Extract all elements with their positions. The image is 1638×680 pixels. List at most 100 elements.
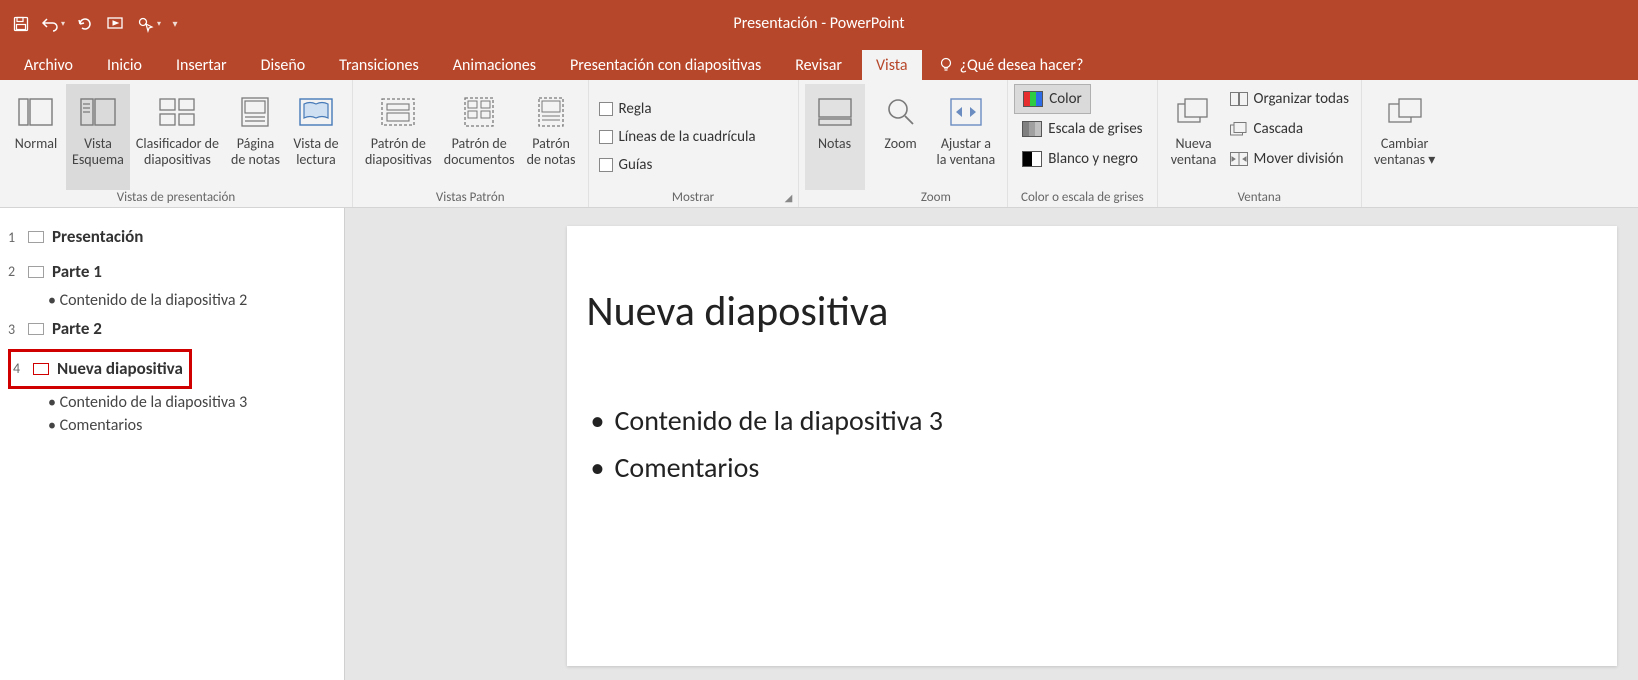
new-window-button[interactable]: Nueva ventana xyxy=(1164,84,1224,190)
group-zoom: Zoom Ajustar a la ventana Zoom xyxy=(865,80,1009,207)
group-label: Mostrar xyxy=(595,190,792,207)
reading-view-button[interactable]: Vista de lectura xyxy=(286,84,346,190)
ribbon-tabs: Archivo Inicio Insertar Diseño Transicio… xyxy=(0,47,1638,80)
outline-selected-slide[interactable]: 4 Nueva diapositiva xyxy=(8,349,192,390)
tell-me-label: ¿Qué desea hacer? xyxy=(960,56,1084,75)
outline-view-button[interactable]: Vista Esquema xyxy=(66,84,130,190)
tab-diseno[interactable]: Diseño xyxy=(247,50,320,80)
undo-button[interactable]: ▾ xyxy=(40,11,66,37)
undo-dropdown-icon[interactable]: ▾ xyxy=(61,19,65,29)
lightbulb-icon xyxy=(938,57,954,73)
group-vistas-presentacion: Normal Vista Esquema Clasificador de dia… xyxy=(0,80,353,207)
group-vistas-patron: Patrón de diapositivas Patrón de documen… xyxy=(353,80,589,207)
group-label: Zoom xyxy=(871,190,1002,207)
tab-insertar[interactable]: Insertar xyxy=(162,50,241,80)
touch-dropdown-icon[interactable]: ▾ xyxy=(157,19,161,29)
outline-body[interactable]: • Contenido de la diapositiva 3 xyxy=(48,391,336,414)
group-notas: Notas xyxy=(799,80,865,207)
ribbon: Normal Vista Esquema Clasificador de dia… xyxy=(0,80,1638,208)
outline-view-icon xyxy=(74,88,122,136)
notes-page-button[interactable]: Página de notas xyxy=(225,84,286,190)
tab-revisar[interactable]: Revisar xyxy=(781,50,856,80)
reading-view-icon xyxy=(292,88,340,136)
tab-archivo[interactable]: Archivo xyxy=(10,50,87,80)
tab-inicio[interactable]: Inicio xyxy=(93,50,156,80)
tab-presentacion[interactable]: Presentación con diapositivas xyxy=(556,50,775,80)
slide-sorter-icon xyxy=(153,88,201,136)
tab-transiciones[interactable]: Transiciones xyxy=(325,50,433,80)
workspace: 1 Presentación 2 Parte 1 • Contenido de … xyxy=(0,208,1638,680)
slide-master-icon xyxy=(374,88,422,136)
group-label: Color o escala de grises xyxy=(1014,190,1150,207)
guides-checkbox[interactable]: Guías xyxy=(595,151,657,179)
start-slideshow-button[interactable] xyxy=(104,11,130,37)
switch-windows-button[interactable]: Cambiar ventanas ▾ xyxy=(1368,84,1441,190)
group-label: Vistas de presentación xyxy=(6,190,346,207)
normal-view-button[interactable]: Normal xyxy=(6,84,66,190)
grayscale-mode-button[interactable]: Escala de grises xyxy=(1014,114,1150,144)
slide-body[interactable]: Contenido de la diapositiva 3 Comentario… xyxy=(587,397,1597,491)
group-cambiar-ventanas: Cambiar ventanas ▾ xyxy=(1362,80,1447,207)
window-title: Presentación - PowerPoint xyxy=(733,14,904,33)
gridlines-checkbox[interactable]: Líneas de la cuadrícula xyxy=(595,123,760,151)
title-bar: ▾ ▾ ▾ Presentación - PowerPoint xyxy=(0,0,1638,47)
quick-access-toolbar: ▾ ▾ ▾ xyxy=(8,11,182,37)
arrange-all-icon xyxy=(1230,92,1248,106)
chevron-down-icon: ▾ xyxy=(1428,151,1435,168)
cascade-icon xyxy=(1230,122,1248,136)
slide-canvas[interactable]: Nueva diapositiva Contenido de la diapos… xyxy=(567,226,1617,666)
color-mode-button[interactable]: Color xyxy=(1014,84,1091,114)
notes-master-button[interactable]: Patrón de notas xyxy=(521,84,582,190)
group-mostrar: Regla Líneas de la cuadrícula Guías ◢ Mo… xyxy=(589,80,799,207)
redo-button[interactable] xyxy=(72,11,98,37)
notes-toggle-button[interactable]: Notas xyxy=(805,84,865,190)
checkbox-icon xyxy=(599,130,613,144)
outline-slide-4[interactable]: 4 Nueva diapositiva xyxy=(8,347,336,392)
slide-thumb-icon xyxy=(28,323,44,335)
move-split-icon xyxy=(1230,152,1248,166)
slide-canvas-area[interactable]: Nueva diapositiva Contenido de la diapos… xyxy=(345,208,1638,680)
slide-thumb-icon xyxy=(28,266,44,278)
group-label xyxy=(805,190,865,207)
ruler-checkbox[interactable]: Regla xyxy=(595,95,656,123)
zoom-button[interactable]: Zoom xyxy=(871,84,931,190)
outline-pane[interactable]: 1 Presentación 2 Parte 1 • Contenido de … xyxy=(0,208,345,680)
zoom-icon xyxy=(877,88,925,136)
qat-customize-button[interactable]: ▾ xyxy=(168,11,182,37)
outline-body[interactable]: • Contenido de la diapositiva 2 xyxy=(48,289,336,312)
blackwhite-mode-button[interactable]: Blanco y negro xyxy=(1014,144,1146,174)
touch-mouse-mode-button[interactable]: ▾ xyxy=(136,11,162,37)
outline-slide-2[interactable]: 2 Parte 1 xyxy=(8,255,336,290)
slide-bullet[interactable]: Comentarios xyxy=(587,444,1597,491)
arrange-all-button[interactable]: Organizar todas xyxy=(1224,84,1355,114)
checkbox-icon xyxy=(599,102,613,116)
group-ventana: Nueva ventana Organizar todas Cascada Mo… xyxy=(1158,80,1362,207)
bw-swatch-icon xyxy=(1022,151,1042,167)
save-button[interactable] xyxy=(8,11,34,37)
color-swatch-icon xyxy=(1023,91,1043,107)
handout-master-button[interactable]: Patrón de documentos xyxy=(438,84,521,190)
group-label xyxy=(1368,190,1441,207)
slide-thumb-icon xyxy=(33,363,49,375)
new-window-icon xyxy=(1170,88,1218,136)
tell-me-search[interactable]: ¿Qué desea hacer? xyxy=(928,50,1094,80)
move-split-button[interactable]: Mover división xyxy=(1224,144,1355,174)
outline-slide-3[interactable]: 3 Parte 2 xyxy=(8,312,336,347)
group-color-escala: Color Escala de grises Blanco y negro Co… xyxy=(1008,80,1157,207)
slide-title[interactable]: Nueva diapositiva xyxy=(587,286,1597,337)
slide-bullet[interactable]: Contenido de la diapositiva 3 xyxy=(587,397,1597,444)
notes-master-icon xyxy=(527,88,575,136)
cascade-button[interactable]: Cascada xyxy=(1224,114,1355,144)
tab-vista[interactable]: Vista xyxy=(862,50,922,80)
grayscale-swatch-icon xyxy=(1022,121,1042,137)
mostrar-dialog-launcher[interactable]: ◢ xyxy=(782,191,796,205)
checkbox-icon xyxy=(599,158,613,172)
slide-sorter-button[interactable]: Clasificador de diapositivas xyxy=(130,84,225,190)
switch-windows-icon xyxy=(1381,88,1429,136)
slide-master-button[interactable]: Patrón de diapositivas xyxy=(359,84,438,190)
tab-animaciones[interactable]: Animaciones xyxy=(439,50,550,80)
group-label: Ventana xyxy=(1164,190,1355,207)
outline-body[interactable]: • Comentarios xyxy=(48,414,336,437)
fit-to-window-button[interactable]: Ajustar a la ventana xyxy=(931,84,1002,190)
outline-slide-1[interactable]: 1 Presentación xyxy=(8,220,336,255)
